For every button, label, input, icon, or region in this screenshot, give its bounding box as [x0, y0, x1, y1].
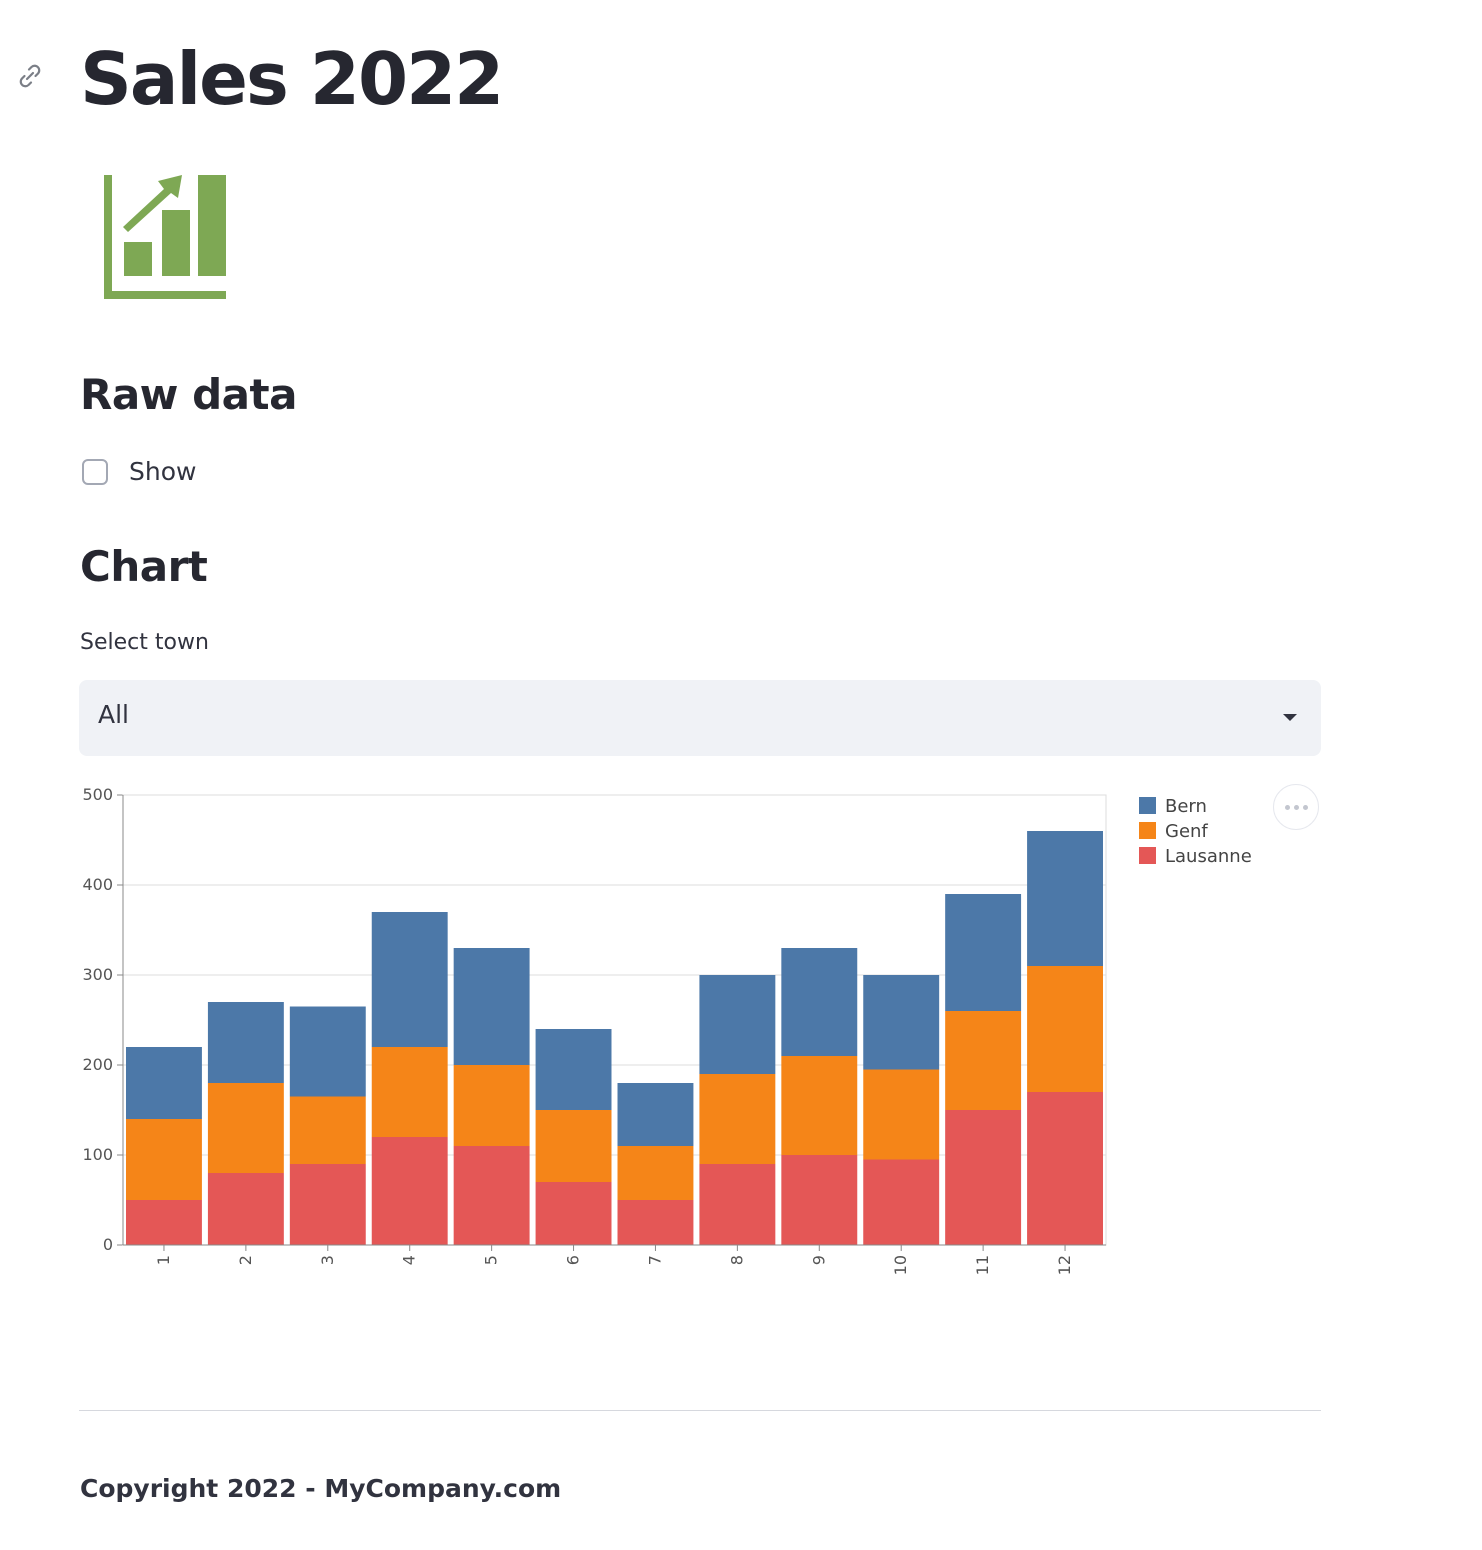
legend-label: Lausanne	[1165, 846, 1252, 867]
bar-segment-lausanne	[699, 1164, 776, 1245]
bar-segment-bern	[1027, 831, 1103, 966]
legend-label: Bern	[1165, 796, 1207, 817]
bar-segment-bern	[781, 948, 858, 1056]
bar-segment-lausanne	[289, 1164, 366, 1245]
x-tick-label: 7	[645, 1255, 664, 1265]
bar-segment-lausanne	[535, 1182, 612, 1245]
bar-segment-bern	[617, 1083, 694, 1146]
town-select-value[interactable]: All	[98, 700, 129, 729]
bar-segment-bern	[207, 1002, 284, 1083]
bar-segment-bern	[371, 912, 448, 1047]
y-tick-label: 400	[82, 875, 113, 894]
x-tick-label: 6	[564, 1255, 583, 1265]
chart-svg: 01002003004005001 2 3 4 5 6 7 8 9 10 11 12BernGenfL…	[82, 785, 1252, 1275]
bar-segment-bern	[863, 975, 940, 1070]
x-tick-label: 4	[400, 1255, 419, 1265]
bar-segment-bern	[289, 1006, 366, 1097]
x-tick-label: 9	[809, 1255, 828, 1265]
y-tick-label: 300	[82, 965, 113, 984]
footer-divider	[79, 1410, 1321, 1411]
bar-segment-genf	[945, 1011, 1022, 1110]
x-tick-label: 12	[1055, 1255, 1074, 1275]
legend-swatch	[1139, 822, 1156, 839]
bar-segment-genf	[126, 1119, 202, 1200]
bar-segment-lausanne	[1027, 1092, 1103, 1245]
bar-segment-bern	[699, 975, 776, 1074]
y-tick-label: 200	[82, 1055, 113, 1074]
bar-segment-genf	[617, 1146, 694, 1200]
page-title: Sales 2022	[80, 37, 504, 121]
bar-segment-lausanne	[617, 1200, 694, 1245]
show-checkbox[interactable]: Show	[82, 457, 196, 486]
legend-label: Genf	[1165, 821, 1208, 842]
bar-segment-genf	[453, 1065, 530, 1146]
footer-copyright: Copyright 2022 - MyCompany.com	[80, 1474, 562, 1503]
y-tick-label: 500	[82, 785, 113, 804]
x-tick-label: 8	[727, 1255, 746, 1265]
show-checkbox-label[interactable]: Show	[129, 457, 196, 486]
y-tick-label: 100	[82, 1145, 113, 1164]
select-town-label: Select town	[80, 630, 209, 655]
x-tick-label: 3	[318, 1255, 337, 1265]
checkbox-box[interactable]	[82, 458, 108, 485]
x-tick-label: 5	[482, 1255, 501, 1265]
bar-segment-lausanne	[863, 1159, 940, 1245]
bar-segment-genf	[535, 1110, 612, 1182]
chart-actions-menu-button[interactable]	[1273, 784, 1319, 830]
bar-segment-lausanne	[207, 1173, 284, 1245]
more-dot-icon	[1302, 804, 1308, 810]
bar-segment-lausanne	[945, 1110, 1022, 1245]
bar-segment-genf	[781, 1056, 858, 1155]
bar-segment-lausanne	[781, 1155, 858, 1245]
bar-segment-genf	[1027, 966, 1103, 1092]
stacked-bar-chart: 0 100 200 300 400 500 1 2 3 4 5 6 7 8 9 10 11 12 Bern Genf L…	[70, 780, 1330, 1300]
legend-swatch	[1139, 847, 1156, 864]
more-dot-icon	[1293, 804, 1299, 810]
x-tick-label: 2	[236, 1255, 255, 1265]
bar-chart-growth-icon	[104, 175, 226, 299]
link-icon[interactable]	[14, 60, 46, 92]
bar-segment-bern	[453, 948, 530, 1065]
legend-swatch	[1139, 797, 1156, 814]
chart-heading: Chart	[80, 542, 208, 591]
x-tick-label: 10	[891, 1255, 910, 1275]
bar-segment-lausanne	[371, 1137, 448, 1245]
more-dot-icon	[1284, 804, 1290, 810]
bar-segment-genf	[289, 1096, 366, 1164]
raw-data-heading: Raw data	[80, 370, 297, 419]
bar-segment-lausanne	[126, 1200, 202, 1245]
bar-segment-genf	[207, 1083, 284, 1173]
bar-segment-bern	[126, 1047, 202, 1119]
x-tick-label: 1	[154, 1255, 173, 1265]
bar-segment-genf	[699, 1074, 776, 1164]
town-select[interactable]: All	[79, 680, 1321, 756]
chevron-down-icon[interactable]	[1283, 714, 1297, 721]
bar-segment-bern	[945, 894, 1022, 1011]
bar-segment-bern	[535, 1029, 612, 1110]
y-tick-label: 0	[103, 1235, 113, 1254]
x-tick-label: 11	[973, 1255, 992, 1275]
bar-segment-genf	[371, 1047, 448, 1137]
bar-segment-genf	[863, 1069, 940, 1160]
bar-segment-lausanne	[453, 1146, 530, 1245]
